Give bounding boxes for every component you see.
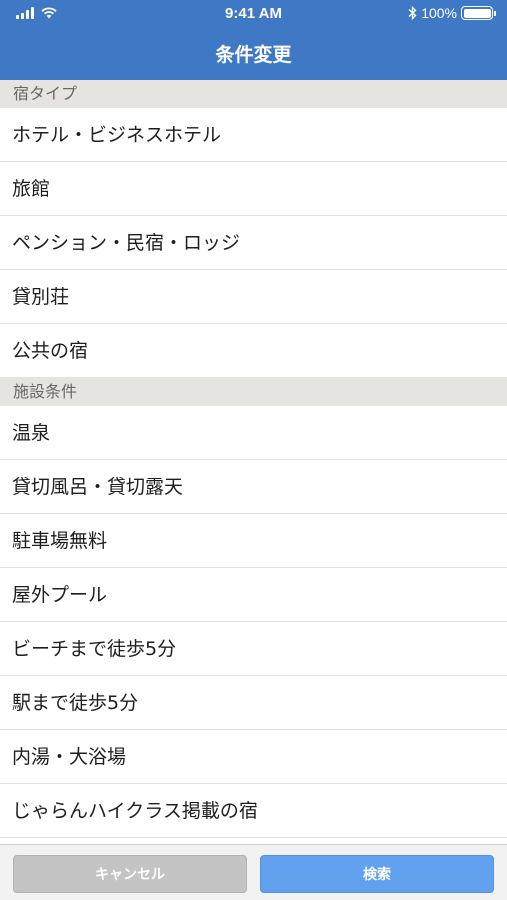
condition-list[interactable]: 宿タイプ ホテル・ビジネスホテル 旅館 ペンション・民宿・ロッジ 貸別荘 公共の… <box>0 80 507 844</box>
bluetooth-icon <box>408 6 417 20</box>
list-item-villa[interactable]: 貸別荘 <box>0 270 507 324</box>
list-item-free-parking[interactable]: 駐車場無料 <box>0 514 507 568</box>
list-item-private-bath[interactable]: 貸切風呂・貸切露天 <box>0 460 507 514</box>
navigation-bar: 条件変更 <box>0 28 507 80</box>
list-item-high-class[interactable]: じゃらんハイクラス掲載の宿 <box>0 784 507 838</box>
list-item-station-walk[interactable]: 駅まで徒歩5分 <box>0 676 507 730</box>
list-item-hotel[interactable]: ホテル・ビジネスホテル <box>0 108 507 162</box>
list-item-beach-walk[interactable]: ビーチまで徒歩5分 <box>0 622 507 676</box>
section-header-accommodation-type: 宿タイプ <box>0 80 507 108</box>
list-item-outdoor-pool[interactable]: 屋外プール <box>0 568 507 622</box>
section-header-facility-conditions: 施設条件 <box>0 378 507 406</box>
battery-percent: 100% <box>421 5 457 21</box>
status-bar: 9:41 AM 100% <box>0 0 507 28</box>
page-title: 条件変更 <box>215 44 292 66</box>
list-item-large-bath[interactable]: 内湯・大浴場 <box>0 730 507 784</box>
list-item-public-inn[interactable]: 公共の宿 <box>0 324 507 378</box>
bottom-toolbar: キャンセル 検索 <box>0 844 507 900</box>
list-item-pension[interactable]: ペンション・民宿・ロッジ <box>0 216 507 270</box>
cancel-button[interactable]: キャンセル <box>13 855 247 893</box>
list-item-hot-spring[interactable]: 温泉 <box>0 406 507 460</box>
status-right: 100% <box>408 5 496 21</box>
battery-icon <box>461 6 496 20</box>
search-button[interactable]: 検索 <box>260 855 494 893</box>
list-item-ryokan[interactable]: 旅館 <box>0 162 507 216</box>
